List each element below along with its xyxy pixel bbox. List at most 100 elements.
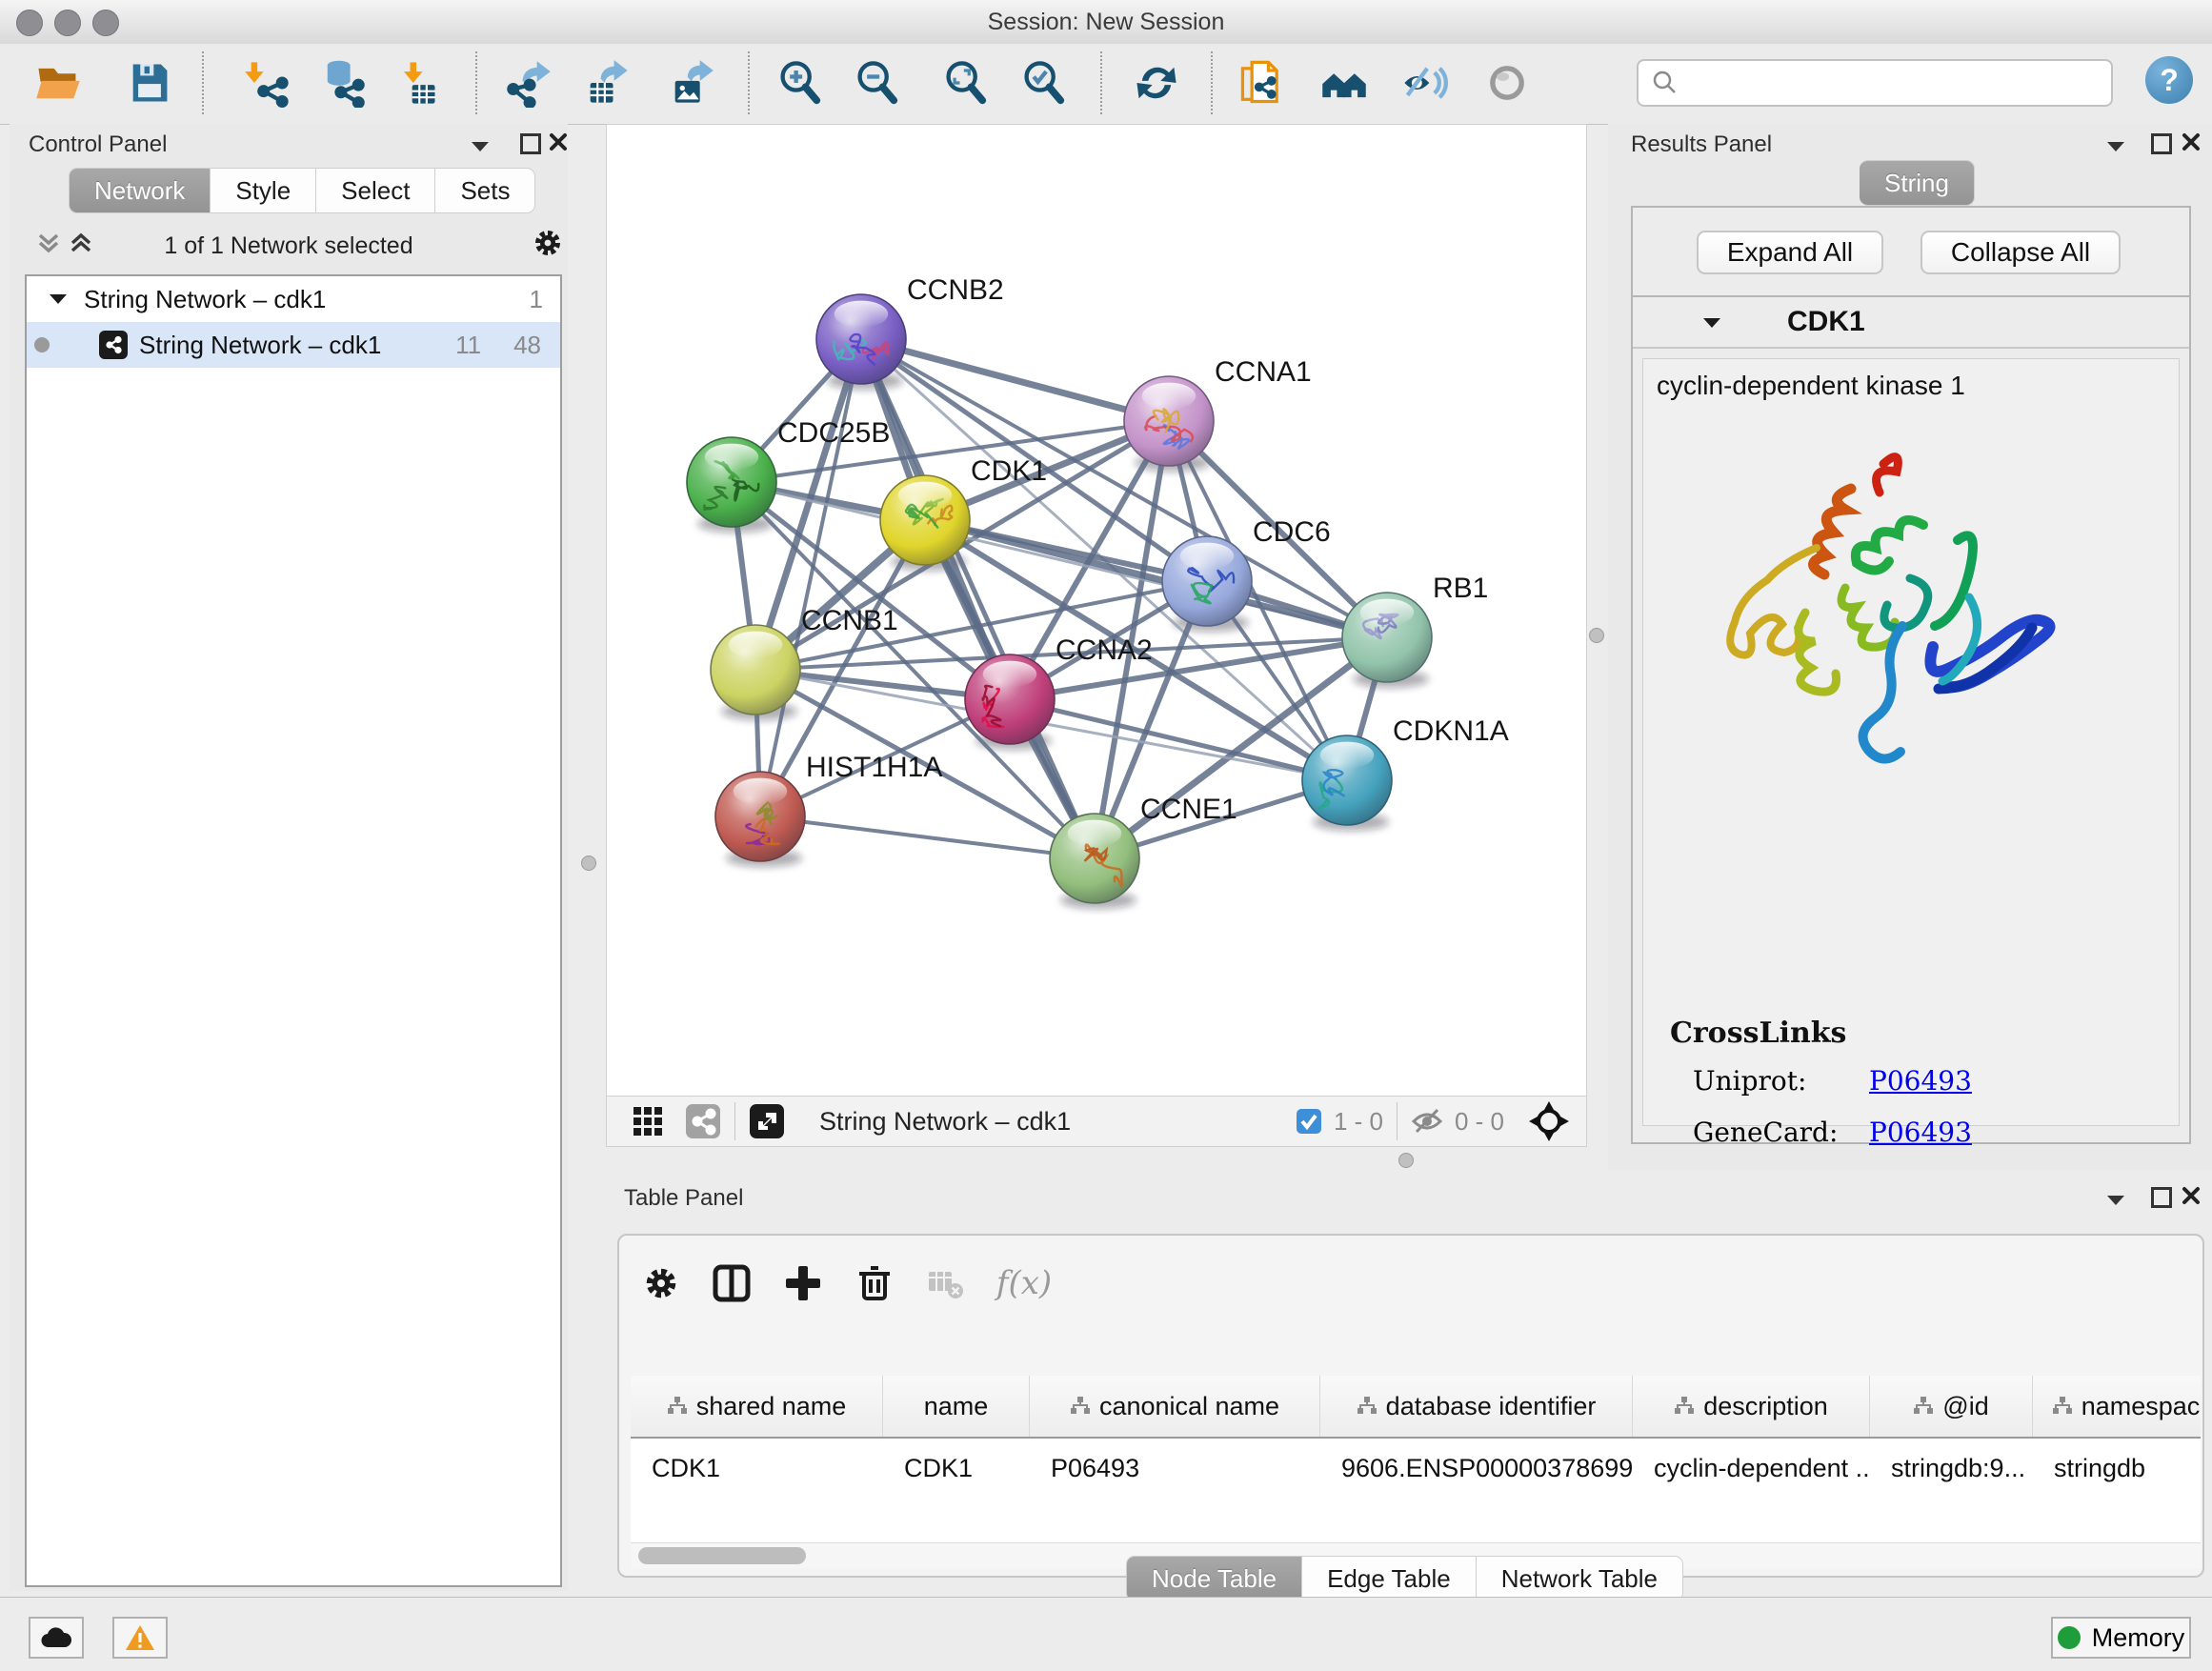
- column-header-description[interactable]: description: [1633, 1376, 1870, 1437]
- close-panel-icon[interactable]: [2182, 1186, 2201, 1205]
- delete-column-icon[interactable]: [848, 1257, 901, 1310]
- export-network-icon[interactable]: [502, 56, 555, 110]
- eye-sphere-icon[interactable]: [1480, 56, 1534, 110]
- cloud-button[interactable]: [29, 1617, 84, 1659]
- import-network-database-icon[interactable]: [316, 56, 370, 110]
- network-node-ccna2[interactable]: [965, 654, 1055, 744]
- birdseye-navigator-icon[interactable]: [1529, 1101, 1569, 1141]
- crosslink-value[interactable]: P06493: [1869, 1117, 1972, 1148]
- table-cell[interactable]: CDK1: [883, 1439, 1030, 1498]
- network-row-label: String Network – cdk1: [139, 331, 455, 360]
- selected-count: 1 - 0: [1334, 1107, 1383, 1137]
- string-view-icon[interactable]: [685, 1103, 721, 1139]
- table-panel-tabs: Node TableEdge TableNetwork Table: [1126, 1556, 1683, 1601]
- tab-network[interactable]: Network: [69, 168, 211, 213]
- tab-select[interactable]: Select: [316, 168, 435, 213]
- selected-checkbox-icon[interactable]: [1296, 1108, 1322, 1135]
- tab-node-table[interactable]: Node Table: [1126, 1556, 1302, 1601]
- table-cell[interactable]: P06493: [1030, 1439, 1320, 1498]
- horizontal-splitter-handle[interactable]: [1398, 1153, 1414, 1168]
- network-row[interactable]: String Network – cdk1 11 48: [27, 322, 560, 368]
- gear-icon[interactable]: [532, 227, 564, 259]
- network-collection-row[interactable]: String Network – cdk1 1: [27, 276, 560, 322]
- expand-all-button[interactable]: Expand All: [1697, 231, 1883, 274]
- main-toolbar: ?: [0, 44, 2212, 125]
- network-node-ccnb1[interactable]: [711, 625, 800, 715]
- entry-collapse-icon[interactable]: [1701, 315, 1722, 329]
- network-node-ccnb2[interactable]: [816, 294, 906, 384]
- column-header-@id[interactable]: @id: [1870, 1376, 2033, 1437]
- table-cell[interactable]: CDK1: [631, 1439, 883, 1498]
- column-header-database-identifier[interactable]: database identifier: [1320, 1376, 1633, 1437]
- tab-style[interactable]: Style: [211, 168, 316, 213]
- import-network-file-icon[interactable]: [241, 56, 294, 110]
- table-cell[interactable]: 9606.ENSP00000378699: [1320, 1439, 1633, 1498]
- network-collection-label: String Network – cdk1: [84, 285, 530, 314]
- scrollbar-thumb[interactable]: [638, 1547, 806, 1564]
- warning-button[interactable]: [112, 1617, 168, 1659]
- network-canvas[interactable]: CCNB2CCNA1CDC25BCDK1CDC6RB1CCNB1CCNA2CDK…: [606, 124, 1587, 1097]
- network-edge[interactable]: [760, 339, 861, 816]
- network-edge[interactable]: [760, 816, 1095, 858]
- float-panel-icon[interactable]: [2151, 1187, 2172, 1208]
- results-panel: Results Panel String Expand All Collapse…: [1608, 124, 2212, 1181]
- create-column-icon[interactable]: [776, 1257, 830, 1310]
- export-table-icon[interactable]: [580, 56, 633, 110]
- memory-button[interactable]: Memory: [2051, 1617, 2191, 1659]
- open-in-window-icon[interactable]: [749, 1103, 785, 1139]
- tab-network-table[interactable]: Network Table: [1477, 1556, 1683, 1601]
- collapse-all-button[interactable]: Collapse All: [1920, 231, 2121, 274]
- float-panel-icon[interactable]: [520, 133, 541, 154]
- column-header-canonical-name[interactable]: canonical name: [1030, 1376, 1320, 1437]
- tree-expand-icon[interactable]: [50, 293, 67, 305]
- network-node-cdk1[interactable]: [880, 475, 970, 565]
- network-node-hist1h1a[interactable]: [715, 772, 805, 861]
- network-edge-count: 48: [513, 331, 541, 360]
- hide-unhide-icon[interactable]: [1398, 56, 1452, 110]
- table-cell[interactable]: stringdb:9...: [1870, 1439, 2033, 1498]
- network-node-rb1[interactable]: [1342, 593, 1432, 682]
- open-session-icon[interactable]: [31, 56, 85, 110]
- copy-network-icon[interactable]: [1236, 56, 1289, 110]
- results-panel-title: Results Panel: [1631, 131, 1772, 158]
- grid-view-icon[interactable]: [632, 1105, 664, 1137]
- zoom-out-icon[interactable]: [851, 56, 904, 110]
- export-image-icon[interactable]: [665, 56, 718, 110]
- table-gear-icon[interactable]: [634, 1257, 688, 1310]
- zoom-selected-icon[interactable]: [1017, 56, 1071, 110]
- tab-edge-table[interactable]: Edge Table: [1302, 1556, 1477, 1601]
- panel-menu-icon[interactable]: [2105, 139, 2126, 152]
- table-cell[interactable]: stringdb: [2033, 1439, 2201, 1498]
- table-cell[interactable]: cyclin-dependent ...: [1633, 1439, 1870, 1498]
- tab-sets[interactable]: Sets: [435, 168, 535, 213]
- crosslink-value[interactable]: P06493: [1869, 1065, 1972, 1097]
- panel-menu-icon[interactable]: [470, 139, 491, 152]
- close-panel-icon[interactable]: [549, 132, 568, 151]
- tab-string[interactable]: String: [1860, 160, 1975, 206]
- column-header-name[interactable]: name: [883, 1376, 1030, 1437]
- zoom-fit-icon[interactable]: [939, 56, 993, 110]
- close-panel-icon[interactable]: [2182, 132, 2201, 151]
- home-icon[interactable]: [1317, 56, 1371, 110]
- network-node-cdkn1a[interactable]: [1302, 735, 1392, 825]
- network-node-cdc6[interactable]: [1162, 536, 1252, 626]
- refresh-icon[interactable]: [1130, 56, 1183, 110]
- vertical-splitter-handle[interactable]: [581, 856, 596, 871]
- network-node-ccne1[interactable]: [1050, 814, 1139, 903]
- import-table-icon[interactable]: [390, 56, 443, 110]
- panel-menu-icon[interactable]: [2105, 1193, 2126, 1206]
- network-node-ccna1[interactable]: [1124, 376, 1214, 466]
- column-header-namespac[interactable]: namespac: [2033, 1376, 2201, 1437]
- vertical-splitter-handle-right[interactable]: [1589, 628, 1604, 643]
- zoom-in-icon[interactable]: [774, 56, 827, 110]
- entry-header[interactable]: CDK1: [1633, 297, 2189, 349]
- entry-body: cyclin-dependent kinase 1: [1642, 358, 2180, 1126]
- column-header-shared-name[interactable]: shared name: [631, 1376, 883, 1437]
- save-session-icon[interactable]: [123, 56, 176, 110]
- float-panel-icon[interactable]: [2151, 133, 2172, 154]
- help-icon[interactable]: ?: [2145, 56, 2193, 104]
- network-node-cdc25b[interactable]: [687, 437, 776, 527]
- show-columns-icon[interactable]: [705, 1257, 758, 1310]
- table-row[interactable]: CDK1CDK1P064939606.ENSP00000378699cyclin…: [631, 1439, 2201, 1498]
- search-input[interactable]: [1686, 69, 2111, 97]
